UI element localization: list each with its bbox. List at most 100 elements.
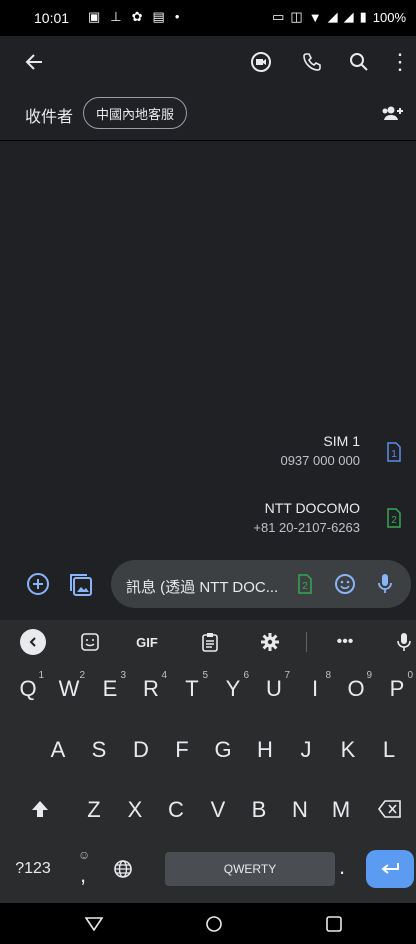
microphone-icon[interactable]: [373, 572, 397, 596]
battery-percent: 100%: [372, 9, 406, 25]
sim-number: 0937 000 000: [280, 453, 360, 468]
status-notification-icons: ▣ ⊥ ✿ ▤ •: [88, 9, 179, 25]
key-p[interactable]: P0: [379, 670, 415, 702]
keyboard: GIF ••• Q1 W2 E3 R4 T5 Y6 U7 I8 O9 P0 A …: [0, 620, 416, 903]
add-attachment-icon[interactable]: [24, 570, 52, 598]
key-hint: 7: [284, 670, 290, 681]
backspace-icon[interactable]: [372, 792, 408, 826]
key-u[interactable]: U7: [256, 670, 292, 702]
key-hint: 1: [38, 670, 44, 681]
key-label: E: [102, 676, 118, 701]
key-l[interactable]: L: [371, 737, 407, 763]
gif-button[interactable]: GIF: [130, 630, 164, 654]
navigation-bar: [0, 903, 416, 944]
period-key[interactable]: .: [330, 854, 354, 880]
voice-input-icon[interactable]: [392, 630, 416, 654]
key-c[interactable]: C: [158, 797, 194, 823]
signal2-icon: ◢: [343, 9, 354, 24]
key-i[interactable]: I8: [297, 670, 333, 702]
key-v[interactable]: V: [200, 797, 236, 823]
back-arrow-icon[interactable]: [18, 48, 50, 76]
key-hint: 6: [243, 670, 249, 681]
key-hint: 2: [79, 670, 85, 681]
sim-1-icon[interactable]: 1: [384, 441, 404, 463]
globe-icon[interactable]: [106, 852, 140, 886]
comma-label: ,: [80, 862, 87, 887]
key-y[interactable]: Y6: [215, 670, 251, 702]
key-f[interactable]: F: [164, 737, 200, 763]
key-t[interactable]: T5: [174, 670, 210, 702]
status-bar: 10:01 ▣ ⊥ ✿ ▤ • ▭ ◫ ▼ ◢ ◢ ▮ 100%: [0, 0, 416, 36]
key-label: O: [347, 676, 365, 701]
key-s[interactable]: S: [81, 737, 117, 763]
recipients-label: 收件者: [25, 109, 74, 126]
key-g[interactable]: G: [205, 737, 241, 763]
sim-option-1[interactable]: SIM 1 0937 000 000: [280, 433, 360, 468]
message-placeholder: 訊息 (透過 NTT DOC...: [126, 579, 279, 596]
key-d[interactable]: D: [123, 737, 159, 763]
shift-icon[interactable]: [20, 792, 60, 826]
phone-icon[interactable]: [297, 48, 327, 76]
keyboard-toolbar: GIF •••: [0, 620, 416, 664]
nav-back-icon[interactable]: [82, 913, 106, 935]
status-system-icons: ▭ ◫ ▼ ◢ ◢ ▮ 100%: [272, 9, 406, 25]
gear-icon: ✿: [131, 9, 143, 24]
key-j[interactable]: J: [288, 737, 324, 763]
recipients-row: 收件者: [0, 88, 416, 141]
sim-2-icon[interactable]: 2: [384, 507, 404, 529]
key-hint: 3: [120, 670, 126, 681]
key-label: U: [266, 676, 282, 701]
key-hint: 4: [161, 670, 167, 681]
keyboard-collapse-icon[interactable]: [20, 629, 46, 655]
key-k[interactable]: K: [330, 737, 366, 763]
emoji-hint-icon: ☺: [78, 848, 91, 862]
recipient-chip[interactable]: 中國內地客服: [83, 97, 188, 129]
search-icon[interactable]: [344, 48, 374, 76]
key-b[interactable]: B: [241, 797, 277, 823]
sim-select-icon[interactable]: 2: [296, 573, 314, 595]
key-label: P: [389, 676, 405, 701]
enter-button[interactable]: [366, 850, 414, 888]
key-h[interactable]: H: [247, 737, 283, 763]
key-label: Q: [19, 676, 37, 701]
sim-name: SIM 1: [323, 433, 360, 449]
key-m[interactable]: M: [323, 797, 359, 823]
calendar-icon: ▤: [152, 9, 165, 24]
key-w[interactable]: W2: [51, 670, 87, 702]
keyboard-status-icon: ▭: [272, 9, 285, 24]
key-q[interactable]: Q1: [10, 670, 46, 702]
key-hint: 5: [202, 670, 208, 681]
more-horizontal-icon[interactable]: •••: [333, 630, 357, 654]
key-o[interactable]: O9: [338, 670, 374, 702]
key-label: R: [143, 676, 159, 701]
key-z[interactable]: Z: [76, 797, 112, 823]
video-call-icon[interactable]: [246, 48, 276, 76]
more-options-icon[interactable]: ⋮: [389, 48, 411, 76]
clipboard-icon[interactable]: [198, 630, 222, 654]
key-a[interactable]: A: [40, 737, 76, 763]
add-people-icon[interactable]: [380, 102, 406, 126]
gallery-attach-icon[interactable]: [66, 570, 96, 600]
key-r[interactable]: R4: [133, 670, 169, 702]
emoji-icon[interactable]: [333, 572, 357, 596]
settings-icon[interactable]: [258, 630, 282, 654]
sticker-icon[interactable]: [78, 630, 102, 654]
key-label: I: [311, 676, 319, 701]
message-input[interactable]: 訊息 (透過 NTT DOC... 2: [111, 560, 411, 608]
key-label: W: [58, 676, 80, 701]
key-label: Y: [225, 676, 241, 701]
battery-icon: ▮: [359, 9, 367, 24]
key-x[interactable]: X: [117, 797, 153, 823]
space-bar[interactable]: QWERTY: [165, 852, 335, 886]
key-label: T: [185, 676, 199, 701]
key-e[interactable]: E3: [92, 670, 128, 702]
gallery-icon: ▣: [88, 9, 101, 24]
svg-text:1: 1: [391, 449, 397, 460]
key-n[interactable]: N: [282, 797, 318, 823]
sim-option-2[interactable]: NTT DOCOMO +81 20-2107-6263: [253, 500, 360, 535]
numbers-key[interactable]: ?123: [8, 860, 58, 878]
nav-recents-icon[interactable]: [322, 913, 346, 935]
dot-icon: •: [174, 9, 180, 24]
nav-home-icon[interactable]: [202, 913, 226, 935]
sim-name: NTT DOCOMO: [264, 500, 360, 516]
